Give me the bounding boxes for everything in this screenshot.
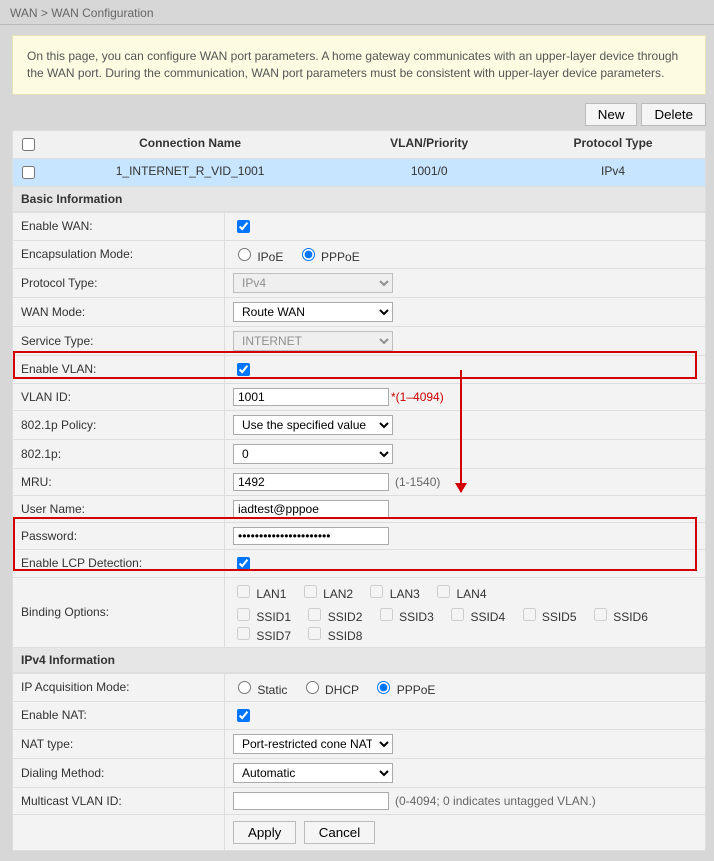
connection-row[interactable]: 1_INTERNET_R_VID_1001 1001/0 IPv4 xyxy=(12,159,706,187)
col-protocol-type: Protocol Type xyxy=(521,131,705,158)
label-pppoe: PPPoE xyxy=(321,250,360,264)
new-button[interactable]: New xyxy=(585,103,638,126)
label-enable-nat: Enable NAT: xyxy=(13,701,225,729)
connection-table-header: Connection Name VLAN/Priority Protocol T… xyxy=(12,130,706,159)
label-ssid7: SSID7 xyxy=(256,629,291,643)
label-lan3: LAN3 xyxy=(390,587,420,601)
bind-ssid2-checkbox[interactable] xyxy=(308,608,321,621)
label-user-name: User Name: xyxy=(13,495,225,522)
password-input[interactable] xyxy=(233,527,389,545)
enable-nat-checkbox[interactable] xyxy=(237,709,250,722)
nat-type-select[interactable]: Port-restricted cone NAT xyxy=(233,734,393,754)
protocol-type-select[interactable]: IPv4 xyxy=(233,273,393,293)
label-ssid1: SSID1 xyxy=(256,610,291,624)
vlan-id-hint: *(1–4094) xyxy=(391,390,444,404)
label-mru: MRU: xyxy=(13,468,225,495)
label-lan2: LAN2 xyxy=(323,587,353,601)
label-vlan-id: VLAN ID: xyxy=(13,383,225,410)
row-connection-name: 1_INTERNET_R_VID_1001 xyxy=(43,159,337,186)
label-ssid4: SSID4 xyxy=(470,610,505,624)
dialing-method-select[interactable]: Automatic xyxy=(233,763,393,783)
label-ip-acquisition: IP Acquisition Mode: xyxy=(13,673,225,701)
section-ipv4-information: IPv4 Information xyxy=(12,648,706,673)
label-multicast-vlan-id: Multicast VLAN ID: xyxy=(13,787,225,814)
col-vlan-priority: VLAN/Priority xyxy=(337,131,521,158)
multicast-vlan-id-input[interactable] xyxy=(233,792,389,810)
user-name-input[interactable] xyxy=(233,500,389,518)
label-password: Password: xyxy=(13,522,225,549)
label-protocol-type: Protocol Type: xyxy=(13,268,225,297)
mru-hint: (1-1540) xyxy=(395,475,440,489)
col-connection-name: Connection Name xyxy=(43,131,337,158)
apply-button[interactable]: Apply xyxy=(233,821,296,844)
label-encapsulation: Encapsulation Mode: xyxy=(13,240,225,268)
label-dhcp: DHCP xyxy=(325,683,359,697)
encaps-pppoe-radio[interactable] xyxy=(302,248,315,261)
service-type-select[interactable]: INTERNET xyxy=(233,331,393,351)
cancel-button[interactable]: Cancel xyxy=(304,821,376,844)
label-lan4: LAN4 xyxy=(457,587,487,601)
enable-lcp-checkbox[interactable] xyxy=(237,557,250,570)
select-all-checkbox[interactable] xyxy=(22,138,35,151)
bind-ssid6-checkbox[interactable] xyxy=(594,608,607,621)
page-description: On this page, you can configure WAN port… xyxy=(12,35,706,95)
vlan-id-input[interactable] xyxy=(233,388,389,406)
ip-static-radio[interactable] xyxy=(238,681,251,694)
bind-lan4-checkbox[interactable] xyxy=(437,585,450,598)
label-ip-pppoe: PPPoE xyxy=(397,683,436,697)
bind-ssid1-checkbox[interactable] xyxy=(237,608,250,621)
row-proto: IPv4 xyxy=(521,159,705,186)
encaps-ipoe-radio[interactable] xyxy=(238,248,251,261)
label-ipoe: IPoE xyxy=(257,250,283,264)
wan-mode-select[interactable]: Route WAN xyxy=(233,302,393,322)
label-binding-options: Binding Options: xyxy=(13,577,225,647)
label-static: Static xyxy=(257,683,287,697)
ip-pppoe-radio[interactable] xyxy=(377,681,390,694)
annotation-arrow xyxy=(460,370,462,492)
label-ssid6: SSID6 xyxy=(613,610,648,624)
bind-lan3-checkbox[interactable] xyxy=(370,585,383,598)
bind-ssid7-checkbox[interactable] xyxy=(237,627,250,640)
bind-lan1-checkbox[interactable] xyxy=(237,585,250,598)
bind-ssid5-checkbox[interactable] xyxy=(523,608,536,621)
label-wan-mode: WAN Mode: xyxy=(13,297,225,326)
8021p-policy-select[interactable]: Use the specified value xyxy=(233,415,393,435)
label-service-type: Service Type: xyxy=(13,326,225,355)
enable-vlan-checkbox[interactable] xyxy=(237,363,250,376)
label-enable-vlan: Enable VLAN: xyxy=(13,355,225,383)
bind-ssid4-checkbox[interactable] xyxy=(451,608,464,621)
bind-ssid3-checkbox[interactable] xyxy=(380,608,393,621)
label-8021p-policy: 802.1p Policy: xyxy=(13,410,225,439)
label-enable-lcp: Enable LCP Detection: xyxy=(13,549,225,577)
mru-input[interactable] xyxy=(233,473,389,491)
label-dialing-method: Dialing Method: xyxy=(13,758,225,787)
row-checkbox[interactable] xyxy=(22,166,35,179)
section-basic-information: Basic Information xyxy=(12,187,706,212)
label-ssid5: SSID5 xyxy=(542,610,577,624)
label-8021p: 802.1p: xyxy=(13,439,225,468)
label-ssid3: SSID3 xyxy=(399,610,434,624)
label-lan1: LAN1 xyxy=(256,587,286,601)
delete-button[interactable]: Delete xyxy=(641,103,706,126)
bind-ssid8-checkbox[interactable] xyxy=(308,627,321,640)
breadcrumb: WAN > WAN Configuration xyxy=(0,0,714,25)
label-ssid8: SSID8 xyxy=(328,629,363,643)
bind-lan2-checkbox[interactable] xyxy=(304,585,317,598)
multicast-vlan-hint: (0-4094; 0 indicates untagged VLAN.) xyxy=(395,794,596,808)
ip-dhcp-radio[interactable] xyxy=(306,681,319,694)
enable-wan-checkbox[interactable] xyxy=(237,220,250,233)
row-vlan: 1001/0 xyxy=(337,159,521,186)
8021p-select[interactable]: 0 xyxy=(233,444,393,464)
label-enable-wan: Enable WAN: xyxy=(13,212,225,240)
label-ssid2: SSID2 xyxy=(328,610,363,624)
